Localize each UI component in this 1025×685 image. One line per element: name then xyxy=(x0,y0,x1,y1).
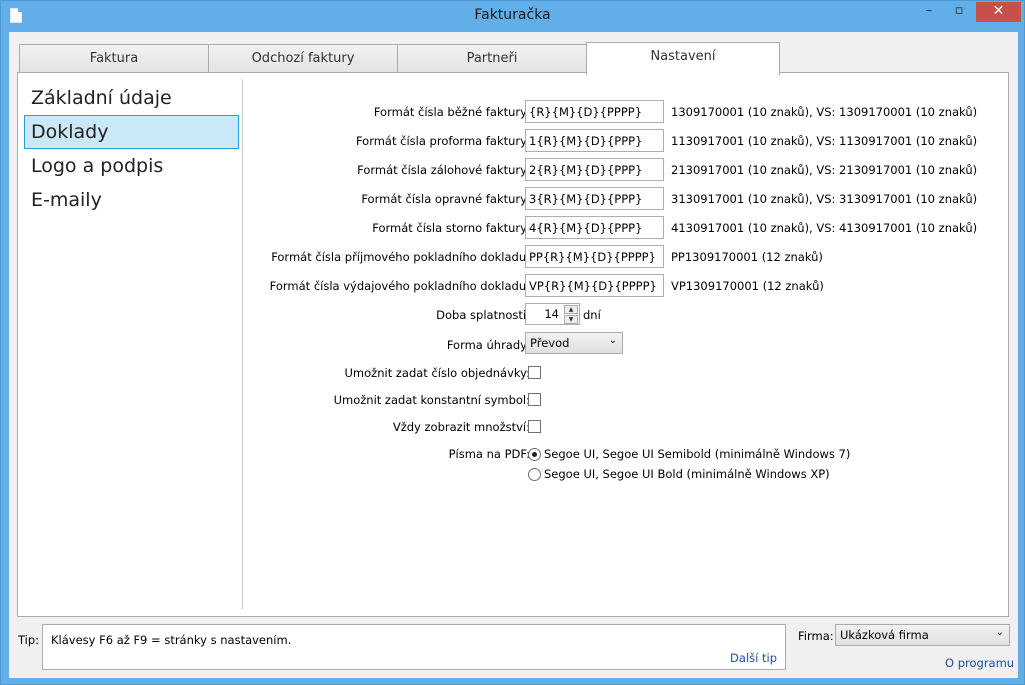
payment-select[interactable]: Převod ⌄ xyxy=(525,332,623,354)
format-hint: 1309170001 (10 znaků), VS: 1309170001 (1… xyxy=(671,105,978,119)
spin-up-icon[interactable]: ▲ xyxy=(564,305,578,314)
tip-text: Klávesy F6 až F9 = stránky s nastavením. xyxy=(51,633,292,647)
next-tip-link[interactable]: Další tip xyxy=(730,651,777,665)
show-quantity-label: Vždy zobrazit množství: xyxy=(392,420,530,434)
payment-value: Převod xyxy=(530,336,570,350)
format-label: Formát čísla opravné faktury: xyxy=(361,192,530,206)
show-quantity-checkbox[interactable] xyxy=(528,420,541,433)
format-hint: 3130917001 (10 znaků), VS: 3130917001 (1… xyxy=(671,192,978,206)
chevron-down-icon: ⌄ xyxy=(608,335,617,346)
format-label: Formát čísla zálohové faktury: xyxy=(357,163,530,177)
invoice-format-input[interactable]: {R}{M}{D}{PPPP} xyxy=(525,100,664,123)
constant-symbol-label: Umožnit zadat konstantní symbol: xyxy=(333,393,530,407)
firm-value: Ukázková firma xyxy=(840,628,929,642)
format-hint: 1130917001 (10 znaků), VS: 1130917001 (1… xyxy=(671,134,978,148)
tab-faktura[interactable]: Faktura xyxy=(19,44,209,73)
tab-nastaveni[interactable]: Nastavení xyxy=(586,42,780,75)
settings-panel: Základní údaje Doklady Logo a podpis E-m… xyxy=(17,72,1009,617)
tab-partneri[interactable]: Partneři xyxy=(397,44,587,73)
expense-format-input[interactable]: VP{R}{M}{D}{PPPP} xyxy=(525,274,664,297)
client-area: Faktura Odchozí faktury Partneři Nastave… xyxy=(9,32,1018,678)
due-label: Doba splatnosti: xyxy=(436,308,530,322)
due-unit: dní xyxy=(583,308,601,322)
tab-strip: Faktura Odchozí faktury Partneři Nastave… xyxy=(19,42,1009,75)
close-button[interactable]: ✕ xyxy=(976,2,1021,22)
minimize-button[interactable]: – xyxy=(916,2,942,22)
format-hint: VP1309170001 (12 znaků) xyxy=(671,279,824,293)
format-label: Formát čísla výdajového pokladního dokla… xyxy=(269,279,530,293)
pdf-font-option-label: Segoe UI, Segoe UI Bold (minimálně Windo… xyxy=(544,467,830,481)
firm-select[interactable]: Ukázková firma ⌄ xyxy=(835,624,1010,646)
order-number-label: Umožnit zadat číslo objednávky: xyxy=(344,366,530,380)
tab-odchozi-faktury[interactable]: Odchozí faktury xyxy=(208,44,398,73)
firm-label: Firma: xyxy=(798,629,834,643)
pdf-fonts-label: Písma na PDF: xyxy=(448,447,530,461)
format-label: Formát čísla storno faktury: xyxy=(372,221,530,235)
window-title: Fakturačka xyxy=(474,7,551,23)
storno-format-input[interactable]: 4{R}{M}{D}{PPP} xyxy=(525,216,664,239)
chevron-down-icon: ⌄ xyxy=(995,627,1004,638)
format-hint: PP1309170001 (12 znaků) xyxy=(671,250,823,264)
pdf-font-option-label: Segoe UI, Segoe UI Semibold (minimálně W… xyxy=(544,447,851,461)
order-number-checkbox[interactable] xyxy=(528,366,541,379)
proforma-format-input[interactable]: 1{R}{M}{D}{PPP} xyxy=(525,129,664,152)
payment-label: Forma úhrady: xyxy=(446,338,530,352)
format-hint: 4130917001 (10 znaků), VS: 4130917001 (1… xyxy=(671,221,978,235)
due-days-stepper[interactable]: 14 ▲ ▼ xyxy=(525,303,580,325)
format-label: Formát čísla proforma faktury: xyxy=(355,134,530,148)
deposit-format-input[interactable]: 2{R}{M}{D}{PPP} xyxy=(525,158,664,181)
spin-down-icon[interactable]: ▼ xyxy=(564,315,578,324)
app-window: Fakturačka – ▫ ✕ Faktura Odchozí faktury… xyxy=(0,0,1025,685)
title-bar[interactable]: Fakturačka – ▫ ✕ xyxy=(1,1,1024,32)
pdf-font-radio-win7[interactable] xyxy=(528,448,541,461)
tip-label: Tip: xyxy=(18,633,40,647)
tip-box: Klávesy F6 až F9 = stránky s nastavením.… xyxy=(42,624,786,670)
constant-symbol-checkbox[interactable] xyxy=(528,393,541,406)
format-hint: 2130917001 (10 znaků), VS: 2130917001 (1… xyxy=(671,163,978,177)
receipt-format-input[interactable]: PP{R}{M}{D}{PPPP} xyxy=(525,245,664,268)
credit-note-format-input[interactable]: 3{R}{M}{D}{PPP} xyxy=(525,187,664,210)
maximize-button[interactable]: ▫ xyxy=(946,2,972,22)
pdf-font-radio-winxp[interactable] xyxy=(528,468,541,481)
documents-form: Formát čísla běžné faktury: {R}{M}{D}{PP… xyxy=(18,73,1008,613)
format-label: Formát čísla příjmového pokladního dokla… xyxy=(271,250,530,264)
about-link[interactable]: O programu xyxy=(945,656,1014,670)
due-days-value: 14 xyxy=(544,307,559,321)
format-label: Formát čísla běžné faktury: xyxy=(373,105,530,119)
